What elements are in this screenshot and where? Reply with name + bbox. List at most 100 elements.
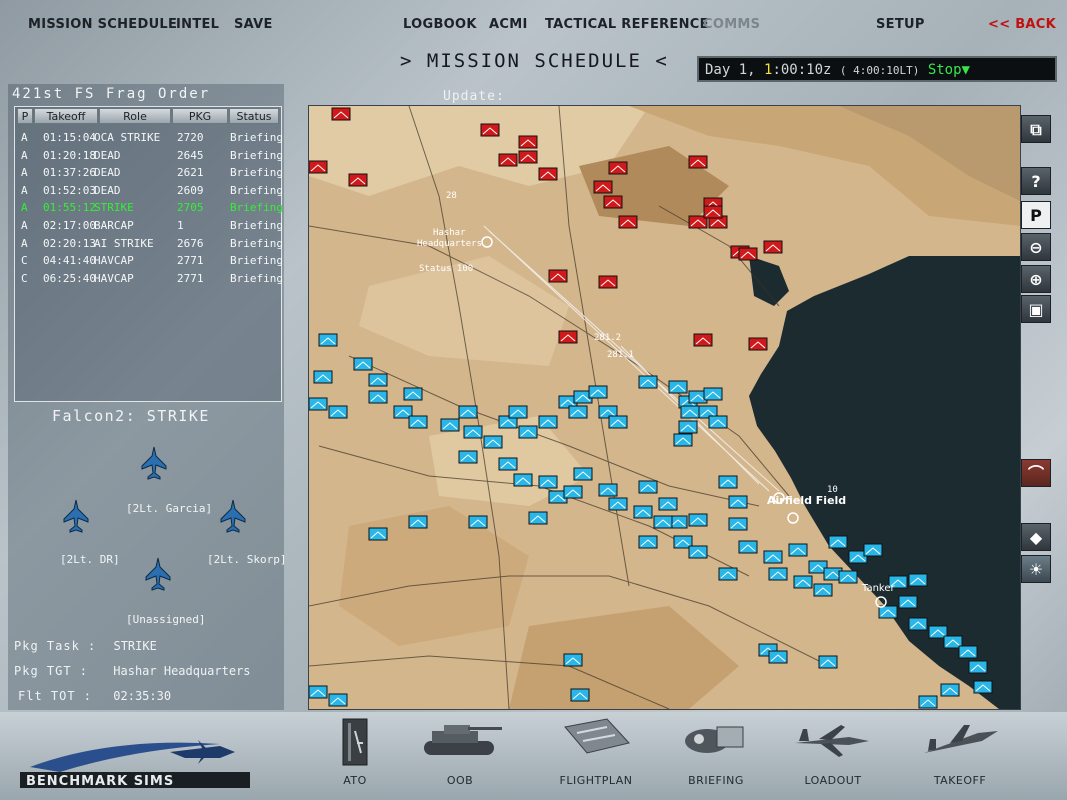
enemy-unit-icon[interactable] bbox=[608, 161, 628, 175]
menu-intel[interactable]: INTEL bbox=[176, 17, 219, 32]
friendly-unit-icon[interactable] bbox=[328, 405, 348, 419]
enemy-unit-icon[interactable] bbox=[593, 180, 613, 194]
friendly-unit-icon[interactable] bbox=[608, 497, 628, 511]
friendly-unit-icon[interactable] bbox=[708, 415, 728, 429]
table-row[interactable]: C 04:41:40 HAVCAP 2771 Briefing bbox=[15, 252, 283, 269]
enemy-unit-icon[interactable] bbox=[603, 195, 623, 209]
enemy-unit-icon[interactable] bbox=[763, 240, 783, 254]
enemy-unit-icon[interactable] bbox=[309, 160, 328, 174]
friendly-unit-icon[interactable] bbox=[838, 570, 858, 584]
friendly-unit-icon[interactable] bbox=[598, 483, 618, 497]
friendly-unit-icon[interactable] bbox=[458, 450, 478, 464]
menu-acmi[interactable]: ACMI bbox=[489, 17, 528, 32]
terrain-icon[interactable]: ⌒ bbox=[1021, 459, 1051, 487]
friendly-unit-icon[interactable] bbox=[818, 655, 838, 669]
friendly-unit-icon[interactable] bbox=[908, 573, 928, 587]
menu-comms[interactable]: COMMS bbox=[703, 17, 760, 32]
friendly-unit-icon[interactable] bbox=[638, 375, 658, 389]
col-header-p[interactable]: P bbox=[17, 108, 33, 124]
friendly-unit-icon[interactable] bbox=[403, 387, 423, 401]
table-row[interactable]: A 01:37:26 DEAD 2621 Briefing bbox=[15, 164, 283, 181]
back-button[interactable]: << BACK bbox=[988, 17, 1056, 32]
enemy-unit-icon[interactable] bbox=[348, 173, 368, 187]
zoom-in-icon[interactable]: ⊕ bbox=[1021, 265, 1051, 293]
friendly-unit-icon[interactable] bbox=[918, 695, 938, 709]
friendly-unit-icon[interactable] bbox=[788, 543, 808, 557]
nav-takeoff-button[interactable]: TAKEOFF bbox=[915, 713, 1005, 797]
enemy-unit-icon[interactable] bbox=[693, 333, 713, 347]
element-jet-icon[interactable] bbox=[63, 499, 89, 533]
wing4-jet-icon[interactable] bbox=[145, 557, 171, 591]
fit-icon[interactable]: ▣ bbox=[1021, 295, 1051, 323]
friendly-unit-icon[interactable] bbox=[368, 390, 388, 404]
enemy-unit-icon[interactable] bbox=[518, 150, 538, 164]
friendly-unit-icon[interactable] bbox=[680, 405, 700, 419]
col-header-takeoff[interactable]: Takeoff bbox=[34, 108, 98, 124]
friendly-unit-icon[interactable] bbox=[688, 513, 708, 527]
friendly-unit-icon[interactable] bbox=[408, 415, 428, 429]
friendly-unit-icon[interactable] bbox=[898, 595, 918, 609]
col-header-pkg[interactable]: PKG bbox=[172, 108, 228, 124]
friendly-unit-icon[interactable] bbox=[633, 505, 653, 519]
pilot-slot-2[interactable]: [2Lt. Garcia] bbox=[126, 502, 212, 515]
table-row[interactable]: A 01:15:04 OCA STRIKE 2720 Briefing bbox=[15, 129, 283, 146]
friendly-unit-icon[interactable] bbox=[668, 380, 688, 394]
friendly-unit-icon[interactable] bbox=[498, 457, 518, 471]
enemy-unit-icon[interactable] bbox=[748, 337, 768, 351]
enemy-unit-icon[interactable] bbox=[331, 107, 351, 121]
friendly-unit-icon[interactable] bbox=[793, 575, 813, 589]
table-row[interactable]: A 02:17:00 BARCAP 1 Briefing bbox=[15, 217, 283, 234]
friendly-unit-icon[interactable] bbox=[468, 515, 488, 529]
friendly-unit-icon[interactable] bbox=[768, 567, 788, 581]
enemy-unit-icon[interactable] bbox=[703, 205, 723, 219]
friendly-unit-icon[interactable] bbox=[463, 425, 483, 439]
friendly-unit-icon[interactable] bbox=[878, 605, 898, 619]
friendly-unit-icon[interactable] bbox=[863, 543, 883, 557]
enemy-unit-icon[interactable] bbox=[738, 247, 758, 261]
friendly-unit-icon[interactable] bbox=[608, 415, 628, 429]
friendly-unit-icon[interactable] bbox=[313, 370, 333, 384]
friendly-unit-icon[interactable] bbox=[408, 515, 428, 529]
friendly-unit-icon[interactable] bbox=[813, 583, 833, 597]
friendly-unit-icon[interactable] bbox=[673, 433, 693, 447]
pilot-slot-3[interactable]: [2Lt. DR] bbox=[60, 553, 120, 566]
friendly-unit-icon[interactable] bbox=[318, 333, 338, 347]
map-canvas[interactable]: Hashar Headquarters Status 100 281.2 281… bbox=[309, 106, 1020, 709]
menu-tactical-reference[interactable]: TACTICAL REFERENCE bbox=[545, 17, 709, 32]
friendly-unit-icon[interactable] bbox=[728, 495, 748, 509]
friendly-unit-icon[interactable] bbox=[570, 688, 590, 702]
friendly-unit-icon[interactable] bbox=[678, 420, 698, 434]
clock-mode-toggle[interactable]: Stop bbox=[928, 62, 962, 78]
enemy-unit-icon[interactable] bbox=[558, 330, 578, 344]
friendly-unit-icon[interactable] bbox=[828, 535, 848, 549]
lead-jet-icon[interactable] bbox=[141, 446, 167, 480]
layer-icon[interactable]: ◆ bbox=[1021, 523, 1051, 551]
friendly-unit-icon[interactable] bbox=[768, 650, 788, 664]
enemy-unit-icon[interactable] bbox=[518, 135, 538, 149]
friendly-unit-icon[interactable] bbox=[573, 467, 593, 481]
nav-briefing-button[interactable]: BRIEFING bbox=[676, 713, 756, 797]
friendly-unit-icon[interactable] bbox=[728, 517, 748, 531]
nav-flightplan-button[interactable]: FLIGHTPLAN bbox=[556, 713, 636, 797]
table-row[interactable]: C 06:25:40 HAVCAP 2771 Briefing bbox=[15, 270, 283, 287]
friendly-unit-icon[interactable] bbox=[328, 693, 348, 707]
friendly-unit-icon[interactable] bbox=[968, 660, 988, 674]
friendly-unit-icon[interactable] bbox=[638, 535, 658, 549]
enemy-unit-icon[interactable] bbox=[538, 167, 558, 181]
friendly-unit-icon[interactable] bbox=[958, 645, 978, 659]
table-row[interactable]: A 01:52:03 DEAD 2609 Briefing bbox=[15, 182, 283, 199]
menu-setup[interactable]: SETUP bbox=[876, 17, 925, 32]
col-header-role[interactable]: Role bbox=[99, 108, 171, 124]
pause-icon[interactable]: P bbox=[1021, 201, 1051, 229]
friendly-unit-icon[interactable] bbox=[658, 497, 678, 511]
friendly-unit-icon[interactable] bbox=[638, 480, 658, 494]
friendly-unit-icon[interactable] bbox=[688, 545, 708, 559]
wing2-jet-icon[interactable] bbox=[220, 499, 246, 533]
nav-loadout-button[interactable]: LOADOUT bbox=[788, 713, 878, 797]
friendly-unit-icon[interactable] bbox=[513, 473, 533, 487]
friendly-unit-icon[interactable] bbox=[538, 475, 558, 489]
friendly-unit-icon[interactable] bbox=[718, 567, 738, 581]
nav-ato-button[interactable]: ATO bbox=[330, 713, 380, 797]
friendly-unit-icon[interactable] bbox=[973, 680, 993, 694]
nav-oob-button[interactable]: OOB bbox=[415, 713, 505, 797]
